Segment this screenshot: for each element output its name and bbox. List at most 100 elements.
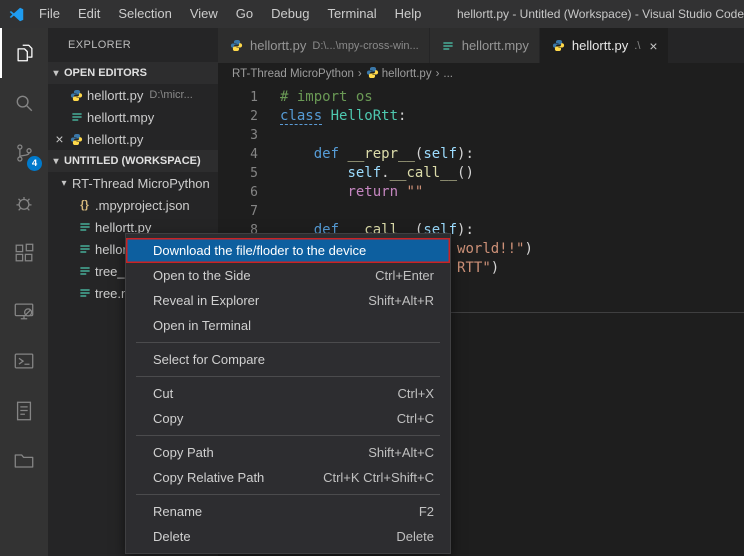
context-menu-item[interactable]: Copy Relative Path Ctrl+K Ctrl+Shift+C — [126, 465, 450, 490]
menu-help[interactable]: Help — [386, 0, 431, 28]
code-line: 6 return "" — [218, 183, 744, 202]
activitybar-folder[interactable] — [0, 436, 48, 486]
menu-item-label: Open to the Side — [153, 268, 251, 283]
line-number: 2 — [218, 107, 258, 126]
context-menu-item[interactable]: RenameF2 — [126, 499, 450, 524]
open-editor-item[interactable]: hellortt.mpy — [48, 106, 218, 128]
menu-item-label: Copy Relative Path — [153, 470, 264, 485]
menu-item-shortcut: Delete — [396, 529, 434, 544]
open-editor-item[interactable]: × hellortt.py — [48, 128, 218, 150]
activitybar-search[interactable] — [0, 78, 48, 128]
menu-go[interactable]: Go — [227, 0, 262, 28]
line-number: 5 — [218, 164, 258, 183]
output-icon — [13, 400, 35, 422]
menu-item-shortcut: Ctrl+Enter — [375, 268, 434, 283]
context-menu-item[interactable]: Open in Terminal — [126, 313, 450, 338]
menu-separator — [136, 494, 440, 495]
menu-item-shortcut: Ctrl+K Ctrl+Shift+C — [323, 470, 434, 485]
line-number: 1 — [218, 88, 258, 107]
editor-tab[interactable]: hellortt.mpy — [430, 28, 540, 63]
line-number: 7 — [218, 202, 258, 221]
breadcrumb-item[interactable]: RT-Thread MicroPython — [232, 68, 354, 80]
menu-item-label: Reveal in Explorer — [153, 293, 259, 308]
menu-item-label: Rename — [153, 504, 202, 519]
breadcrumb: RT-Thread MicroPython›hellortt.py›... — [218, 63, 744, 85]
activitybar-terminal[interactable] — [0, 336, 48, 386]
menu-separator — [136, 376, 440, 377]
menu-terminal[interactable]: Terminal — [318, 0, 385, 28]
tree-folder-rt-thread[interactable]: ▾ RT-Thread MicroPython — [48, 172, 218, 194]
activitybar-source-control[interactable]: 4 — [0, 128, 48, 178]
extensions-icon — [13, 242, 35, 264]
close-icon[interactable]: × — [55, 131, 63, 147]
python-file-icon — [228, 39, 245, 52]
file-name: .mpyproject.json — [95, 198, 190, 213]
line-number: 3 — [218, 126, 258, 145]
menu-view[interactable]: View — [181, 0, 227, 28]
context-menu-item[interactable]: Download the file/floder to the device — [126, 238, 450, 263]
menu-item-label: Delete — [153, 529, 191, 544]
context-menu-item[interactable]: Select for Compare — [126, 347, 450, 372]
explorer-icon — [14, 42, 36, 64]
activity-bar: 4 — [0, 28, 48, 556]
tree-item[interactable]: {}.mpyproject.json — [48, 194, 218, 216]
breadcrumb-item[interactable]: hellortt.py — [366, 66, 432, 82]
context-menu-item[interactable]: Copy PathShift+Alt+C — [126, 440, 450, 465]
menu-item-label: Download the file/floder to the device — [153, 243, 366, 258]
menu-item-shortcut: Shift+Alt+R — [368, 293, 434, 308]
menubar: FileEditSelectionViewGoDebugTerminalHelp — [30, 0, 430, 28]
line-number: 4 — [218, 145, 258, 164]
code-line: 4 def __repr__(self): — [218, 145, 744, 164]
context-menu-item[interactable]: Delete Delete — [126, 524, 450, 549]
chevron-down-icon: ▾ — [48, 156, 64, 167]
mpy-file-icon — [440, 40, 457, 52]
menu-debug[interactable]: Debug — [262, 0, 318, 28]
debug-icon — [13, 192, 35, 214]
activitybar-output[interactable] — [0, 386, 48, 436]
workspace-header[interactable]: ▾ UNTITLED (WORKSPACE) — [48, 150, 218, 172]
python-file-icon — [68, 133, 85, 146]
python-file-icon — [550, 39, 567, 52]
code-line: 7 — [218, 202, 744, 221]
titlebar: FileEditSelectionViewGoDebugTerminalHelp… — [0, 0, 744, 28]
menu-edit[interactable]: Edit — [69, 0, 109, 28]
menu-item-label: Select for Compare — [153, 352, 265, 367]
search-icon — [13, 92, 35, 114]
code-line: 2class HelloRtt: — [218, 107, 744, 126]
mpy-file-icon — [76, 221, 93, 233]
python-file-icon — [68, 89, 85, 102]
line-number: 6 — [218, 183, 258, 202]
context-menu: Download the file/floder to the device Op… — [125, 233, 451, 554]
chevron-down-icon: ▾ — [56, 178, 72, 189]
editor-tab[interactable]: hellortt.pyD:\...\mpy-cross-win... — [218, 28, 430, 63]
vscode-logo-icon — [8, 6, 25, 23]
tab-label: hellortt.mpy — [462, 38, 529, 53]
breadcrumb-item[interactable]: ... — [443, 68, 453, 80]
context-menu-item[interactable]: CopyCtrl+C — [126, 406, 450, 431]
menu-selection[interactable]: Selection — [109, 0, 180, 28]
activitybar-explorer[interactable] — [0, 28, 48, 78]
window-title: hellortt.py - Untitled (Workspace) - Vis… — [447, 7, 744, 21]
file-name: hellortt.mpy — [87, 110, 154, 125]
device-icon — [13, 300, 35, 322]
menu-separator — [136, 342, 440, 343]
menu-item-shortcut: Ctrl+C — [397, 411, 434, 426]
activitybar-extensions[interactable] — [0, 228, 48, 278]
code-line: 3 — [218, 126, 744, 145]
folder-name: RT-Thread MicroPython — [72, 176, 210, 191]
open-editors-header[interactable]: ▾ OPEN EDITORS — [48, 62, 218, 84]
context-menu-item[interactable]: CutCtrl+X — [126, 381, 450, 406]
json-file-icon: {} — [76, 199, 93, 211]
chevron-right-icon: › — [436, 68, 440, 80]
file-name: hellortt.py — [87, 132, 143, 147]
context-menu-item[interactable]: Open to the Side Ctrl+Enter — [126, 263, 450, 288]
close-icon[interactable]: × — [649, 39, 657, 53]
menu-file[interactable]: File — [30, 0, 69, 28]
mpy-file-icon — [76, 287, 93, 299]
activitybar-debug[interactable] — [0, 178, 48, 228]
activitybar-device[interactable] — [0, 286, 48, 336]
context-menu-item[interactable]: Reveal in Explorer Shift+Alt+R — [126, 288, 450, 313]
open-editor-item[interactable]: hellortt.pyD:\micr... — [48, 84, 218, 106]
chevron-down-icon: ▾ — [48, 68, 64, 79]
editor-tab[interactable]: hellortt.py.\× — [540, 28, 669, 63]
